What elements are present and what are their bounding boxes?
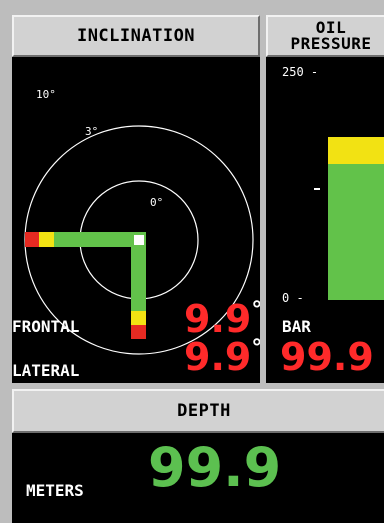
oil-pressure-header: OIL PRESSURE	[266, 15, 384, 57]
frontal-bar-red	[25, 232, 39, 247]
lateral-bar-red	[131, 325, 146, 339]
frontal-value: 9.9°	[184, 298, 260, 339]
center-marker	[134, 235, 144, 245]
oil-pressure-panel: 250 - 0 - BAR 99.9	[266, 57, 384, 383]
oil-pressure-unit-label: BAR	[282, 317, 311, 336]
lateral-value: 9.9°	[184, 335, 260, 379]
oil-pressure-value: 99.9	[280, 335, 374, 379]
scale-mid-tick	[314, 188, 320, 190]
scale-min-label: 0 -	[282, 291, 304, 305]
depth-value: 99.9	[148, 436, 282, 499]
frontal-bar-green	[54, 232, 131, 247]
lateral-value-number: 9.9	[184, 335, 252, 379]
scale-max-label: 250 -	[282, 65, 319, 79]
depth-panel: METERS 99.9	[12, 433, 384, 523]
center-ring-label: 0°	[150, 196, 164, 209]
inner-ring-label: 3°	[85, 125, 99, 138]
outer-ring-label: 10°	[36, 88, 56, 101]
frontal-bar-yellow	[39, 232, 54, 247]
lateral-bar-yellow	[131, 311, 146, 325]
oil-pressure-title-line2: PRESSURE	[290, 34, 372, 53]
inclination-title: INCLINATION	[76, 26, 196, 46]
inclination-header: INCLINATION	[12, 15, 260, 57]
depth-title: DEPTH	[177, 401, 231, 421]
pressure-level-bar	[328, 137, 384, 300]
pressure-bar-yellow	[328, 137, 384, 164]
frontal-label: FRONTAL	[12, 317, 80, 336]
frontal-degree-symbol: °	[251, 298, 260, 323]
depth-unit-label: METERS	[26, 481, 84, 500]
lateral-degree-symbol: °	[251, 336, 260, 361]
pressure-bar-green	[328, 164, 384, 300]
depth-header: DEPTH	[12, 389, 384, 433]
lateral-label: LATERAL	[12, 361, 80, 380]
inclination-panel: 10° 3° 0° FRONTAL 9.9° LATERAL 9.9°	[12, 57, 260, 383]
